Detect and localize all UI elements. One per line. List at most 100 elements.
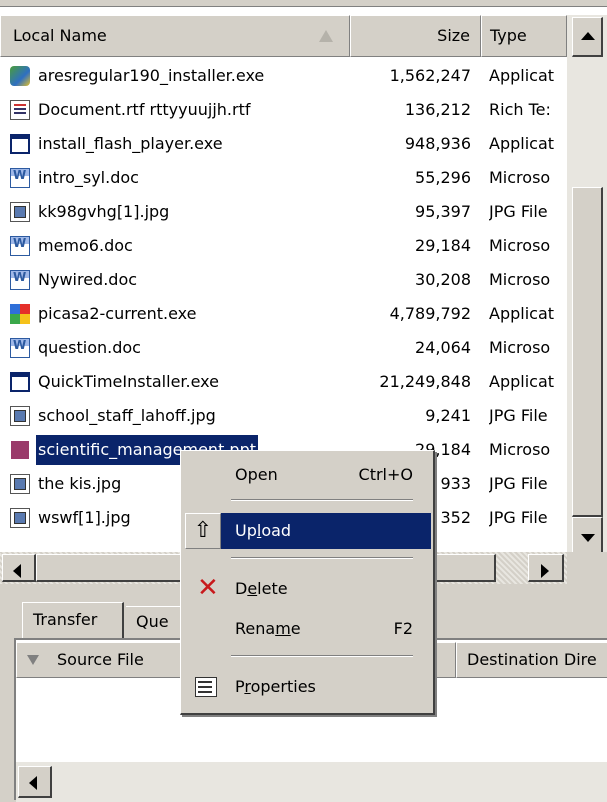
- context-menu: Open Ctrl+O ⇧ Upload ✕ Delete Rename F2 …: [180, 450, 435, 715]
- column-header-source-file-label: Source File: [57, 650, 144, 669]
- arrow-right-icon: [541, 564, 549, 578]
- file-size: 29,184: [415, 236, 471, 255]
- column-header-destination-label: Destination Dire: [467, 650, 597, 669]
- upload-arrow-icon: ⇧: [185, 513, 221, 549]
- file-size: 21,249,848: [379, 372, 471, 391]
- column-header-type-label: Type: [490, 26, 527, 45]
- file-size: 948,936: [404, 134, 471, 153]
- scroll-down-button[interactable]: [572, 517, 603, 557]
- menu-item-open-shortcut: Ctrl+O: [358, 465, 413, 484]
- word-doc-icon: [10, 168, 30, 188]
- word-doc-icon: [10, 236, 30, 256]
- file-size: 95,397: [415, 202, 471, 221]
- tab-transfer[interactable]: Transfer: [22, 602, 124, 638]
- picasa-icon: [10, 304, 30, 324]
- exe-icon: [10, 134, 30, 154]
- menu-separator: [231, 499, 413, 501]
- scroll-up-button[interactable]: [572, 17, 603, 57]
- file-size: 24,064: [415, 338, 471, 357]
- file-type: Microso: [489, 440, 551, 459]
- ares-icon: [10, 66, 30, 86]
- column-header-destination-directory[interactable]: Destination Dire: [456, 642, 607, 678]
- sort-ascending-icon: [319, 30, 333, 42]
- file-size: 1,562,247: [389, 66, 471, 85]
- menu-separator: [231, 557, 413, 559]
- file-name: the kis.jpg: [38, 474, 122, 493]
- vertical-scroll-thumb[interactable]: [572, 187, 603, 517]
- file-row[interactable]: memo6.doc 29,184 Microso: [0, 229, 567, 263]
- menu-item-properties[interactable]: Properties: [185, 669, 431, 705]
- properties-icon: [195, 677, 217, 697]
- file-type: JPG File: [489, 474, 548, 493]
- menu-item-open[interactable]: Open Ctrl+O: [185, 457, 431, 493]
- file-type: JPG File: [489, 406, 548, 425]
- file-row[interactable]: Document.rtf rttyyuujjh.rtf 136,212 Rich T…: [0, 93, 567, 127]
- file-type: JPG File: [489, 508, 548, 527]
- file-row[interactable]: question.doc 24,064 Microso: [0, 331, 567, 365]
- jpg-icon: [10, 202, 30, 222]
- menu-item-properties-label: Properties: [235, 677, 316, 696]
- file-name: memo6.doc: [38, 236, 133, 255]
- menu-item-rename[interactable]: Rename F2: [185, 611, 431, 647]
- column-header-size-label: Size: [437, 26, 470, 45]
- file-type: Microso: [489, 338, 551, 357]
- ppt-icon: [10, 440, 30, 460]
- tab-queue-label: Que: [136, 612, 169, 631]
- transfer-scroll-left-button[interactable]: [18, 766, 52, 798]
- file-name: install_flash_player.exe: [38, 134, 223, 153]
- file-size: 30,208: [415, 270, 471, 289]
- file-row[interactable]: intro_syl.doc 55,296 Microso: [0, 161, 567, 195]
- file-name: question.doc: [38, 338, 141, 357]
- file-type: Microso: [489, 168, 551, 187]
- tab-transfer-label: Transfer: [33, 610, 98, 629]
- file-name: kk98gvhg[1].jpg: [38, 202, 170, 221]
- file-name: aresregular190_installer.exe: [38, 66, 265, 85]
- file-name: school_staff_lahoff.jpg: [38, 406, 216, 425]
- menu-item-upload[interactable]: ⇧ Upload: [185, 513, 431, 549]
- file-size: 4,789,792: [389, 304, 471, 323]
- file-name: wswf[1].jpg: [38, 508, 131, 527]
- scrollbar-corner: [567, 552, 607, 584]
- menu-item-delete-label: Delete: [235, 579, 288, 598]
- file-row[interactable]: kk98gvhg[1].jpg 95,397 JPG File: [0, 195, 567, 229]
- menu-item-delete[interactable]: ✕ Delete: [185, 571, 431, 607]
- jpg-icon: [10, 508, 30, 528]
- sort-descending-icon: [27, 655, 39, 665]
- menu-item-upload-label: Upload: [235, 521, 292, 540]
- menu-item-rename-label: Rename: [235, 619, 301, 638]
- word-doc-icon: [10, 338, 30, 358]
- menu-item-rename-shortcut: F2: [393, 619, 413, 638]
- column-header-local-name[interactable]: Local Name: [0, 15, 350, 57]
- rtf-icon: [10, 100, 30, 120]
- menu-separator: [231, 655, 413, 657]
- arrow-up-icon: [581, 32, 595, 40]
- file-row[interactable]: install_flash_player.exe 948,936 Applicat: [0, 127, 567, 161]
- file-type: Rich Te:: [489, 100, 551, 119]
- menu-item-open-label: Open: [235, 465, 278, 484]
- file-name: intro_syl.doc: [38, 168, 139, 187]
- file-row[interactable]: school_staff_lahoff.jpg 9,241 JPG File: [0, 399, 567, 433]
- transfer-horizontal-scrollbar[interactable]: [16, 762, 607, 802]
- arrow-down-icon: [581, 534, 595, 542]
- file-row[interactable]: QuickTimeInstaller.exe 21,249,848 Applicat: [0, 365, 567, 399]
- file-type: Microso: [489, 270, 551, 289]
- file-type: JPG File: [489, 202, 548, 221]
- column-header-local-name-label: Local Name: [13, 26, 107, 45]
- file-name: picasa2-current.exe: [38, 304, 197, 323]
- file-row[interactable]: Nywired.doc 30,208 Microso: [0, 263, 567, 297]
- vertical-scrollbar[interactable]: [567, 15, 607, 559]
- file-row[interactable]: aresregular190_installer.exe 1,562,247 App…: [0, 59, 567, 93]
- exe-icon: [10, 372, 30, 392]
- file-size: 136,212: [404, 100, 471, 119]
- arrow-left-icon: [13, 564, 21, 578]
- red-x-delete-icon: ✕: [197, 573, 219, 603]
- column-header-type[interactable]: Type: [481, 15, 567, 57]
- scroll-right-button[interactable]: [528, 554, 564, 582]
- column-header-size[interactable]: Size: [350, 15, 481, 57]
- file-type: Applicat: [489, 304, 555, 323]
- file-row[interactable]: picasa2-current.exe 4,789,792 Applicat: [0, 297, 567, 331]
- jpg-icon: [10, 406, 30, 426]
- scroll-left-button[interactable]: [2, 554, 36, 582]
- file-type: Applicat: [489, 66, 555, 85]
- arrow-left-icon: [29, 776, 37, 790]
